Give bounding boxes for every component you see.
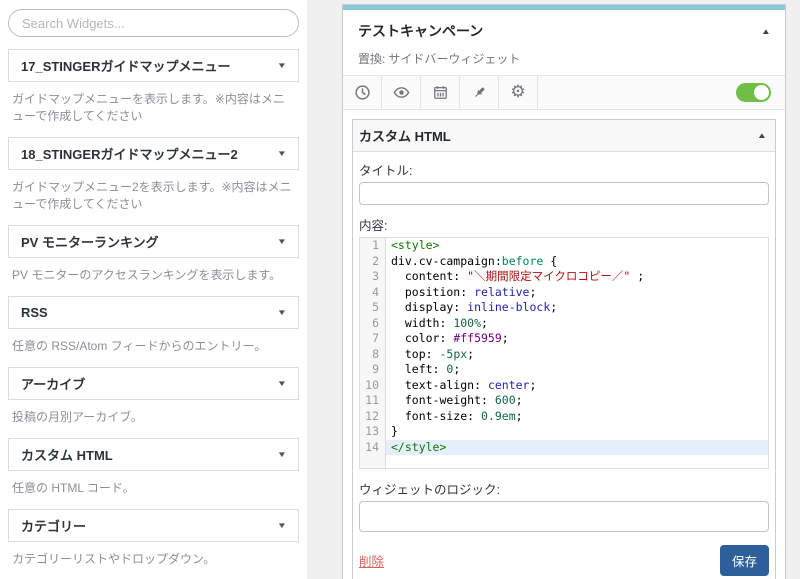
code-line: 14</style> [360,440,768,456]
widget-title-label: 17_STINGERガイドマップメニュー [21,56,230,75]
widget-box[interactable]: RSS ▼ [8,296,299,329]
line-number: 2 [360,254,386,270]
code-line: 1<style> [360,238,768,254]
line-number: 10 [360,378,386,394]
line-number: 14 [360,440,386,456]
save-button[interactable]: 保存 [720,545,769,576]
code-line: 9 left: 0; [360,362,768,378]
code-line: 3 content: "＼期間限定マイクロコピー／" ; [360,269,768,285]
visibility-button[interactable] [382,76,421,109]
widget-editor-panel: テストキャンペーン ▲ 置換:サイドバーウィジェット [342,4,786,579]
logic-field-label: ウィジェットのロジック: [359,479,769,498]
line-number: 5 [360,300,386,316]
replace-info: 置換:サイドバーウィジェット [358,50,770,67]
line-number: 7 [360,331,386,347]
widget-title-label: アーカイブ [21,374,85,393]
replace-label: 置換: [358,52,385,66]
widget-description: カテゴリーリストやドロップダウン。 [12,551,295,568]
history-icon [354,84,371,101]
gear-icon: ⚙ [510,84,525,101]
line-number: 6 [360,316,386,332]
delete-link[interactable]: 削除 [359,551,384,570]
widgets-admin-page: 17_STINGERガイドマップメニュー ▼ ガイドマップメニューを表示します。… [0,0,800,579]
widget-enabled-toggle[interactable] [736,83,771,102]
widget-description: ガイドマップメニュー2を表示します。※内容はメニューで作成してください [12,179,295,213]
widget-description: 投稿の月別アーカイブ。 [12,409,295,426]
widget-form-header[interactable]: カスタム HTML ▲ [353,120,775,152]
widget-box[interactable]: カスタム HTML ▼ [8,438,299,471]
chevron-down-icon: ▼ [277,521,287,530]
line-number: 3 [360,269,386,285]
editor-filler [360,455,768,468]
code-line: 6 width: 100%; [360,316,768,332]
code-line: 5 display: inline-block; [360,300,768,316]
visibility-icon [393,84,410,101]
title-field-label: タイトル: [359,160,769,179]
widget-title-label: 18_STINGERガイドマップメニュー2 [21,144,238,163]
widget-box[interactable]: カテゴリー ▼ [8,509,299,542]
line-number: 4 [360,285,386,301]
chevron-down-icon: ▼ [277,61,287,70]
widget-logic-input[interactable] [359,501,769,532]
widget-description: 任意の RSS/Atom フィードからのエントリー。 [12,338,295,355]
title-input[interactable] [359,182,769,205]
calendar-icon [432,84,449,101]
chevron-down-icon: ▼ [277,308,287,317]
available-widgets-sidebar: 17_STINGERガイドマップメニュー ▼ ガイドマップメニューを表示します。… [0,0,307,579]
code-line: 13} [360,424,768,440]
widget-box[interactable]: PV モニターランキング ▼ [8,225,299,258]
collapse-up-icon: ▲ [757,131,767,140]
chevron-down-icon: ▼ [277,149,287,158]
line-number: 9 [360,362,386,378]
widget-description: PV モニターのアクセスランキングを表示します。 [12,267,295,284]
code-editor[interactable]: 1<style>2div.cv-campaign:before {3 conte… [359,237,769,469]
code-line: 8 top: -5px; [360,347,768,363]
content-field-label: 内容: [359,215,769,234]
fixed-widget-button[interactable] [460,76,499,109]
widget-instance-title: テストキャンペーン [358,21,483,41]
line-number: 1 [360,238,386,254]
code-line: 10 text-align: center; [360,378,768,394]
form-footer: 削除 保存 [359,545,769,576]
pin-icon [471,84,488,101]
widget-options-toolbar: ⚙ [343,75,785,110]
chevron-down-icon: ▼ [277,450,287,459]
toggle-knob [754,85,769,100]
widget-form-body: タイトル: 内容: 1<style>2div.cv-campaign:befor… [353,152,775,579]
line-number: 13 [360,424,386,440]
replace-value: サイドバーウィジェット [388,52,520,66]
widget-box[interactable]: 17_STINGERガイドマップメニュー ▼ [8,49,299,82]
search-input[interactable] [8,9,299,37]
code-line: 7 color: #ff5959; [360,331,768,347]
line-number: 12 [360,409,386,425]
widget-title-label: カスタム HTML [21,445,113,464]
collapse-up-icon[interactable]: ▲ [761,27,771,36]
widget-title-label: PV モニターランキング [21,232,159,251]
schedule-button[interactable] [343,76,382,109]
code-line: 4 position: relative; [360,285,768,301]
code-line: 2div.cv-campaign:before { [360,254,768,270]
widget-box[interactable]: 18_STINGERガイドマップメニュー2 ▼ [8,137,299,170]
widget-title-label: RSS [21,305,48,320]
widget-description: 任意の HTML コード。 [12,480,295,497]
settings-button[interactable]: ⚙ [499,76,538,109]
widget-type-label: カスタム HTML [359,126,451,145]
chevron-down-icon: ▼ [277,379,287,388]
widget-box[interactable]: アーカイブ ▼ [8,367,299,400]
widget-form-box: カスタム HTML ▲ タイトル: 内容: 1<style>2div.cv-ca… [352,119,776,579]
days-button[interactable] [421,76,460,109]
widget-list: 17_STINGERガイドマップメニュー ▼ ガイドマップメニューを表示します。… [8,49,299,568]
widget-description: ガイドマップメニューを表示します。※内容はメニューで作成してください [12,91,295,125]
panel-header: テストキャンペーン ▲ 置換:サイドバーウィジェット [343,10,785,75]
code-line: 11 font-weight: 600; [360,393,768,409]
chevron-down-icon: ▼ [277,237,287,246]
widget-title-label: カテゴリー [21,516,86,535]
line-number: 8 [360,347,386,363]
code-line: 12 font-size: 0.9em; [360,409,768,425]
line-number: 11 [360,393,386,409]
